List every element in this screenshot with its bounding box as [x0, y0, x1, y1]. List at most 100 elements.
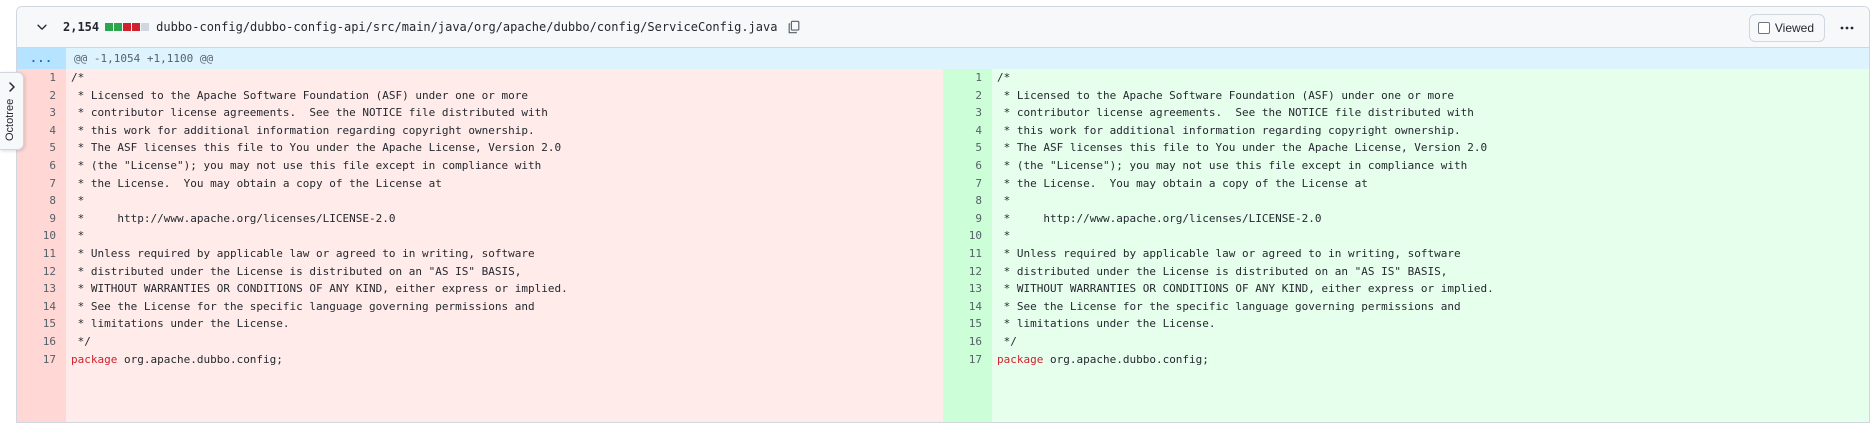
right-line-number[interactable]: 6: [943, 157, 992, 175]
right-line-number[interactable]: 14: [943, 298, 992, 316]
left-line-number[interactable]: 4: [17, 122, 66, 140]
right-line-number[interactable]: 15: [943, 315, 992, 333]
right-line-number[interactable]: 16: [943, 333, 992, 351]
file-path-link[interactable]: dubbo-config/dubbo-config-api/src/main/j…: [156, 20, 777, 34]
right-line-number[interactable]: 4: [943, 122, 992, 140]
right-code-line: * Licensed to the Apache Software Founda…: [992, 87, 1869, 105]
code-text: */: [71, 334, 91, 348]
diffstat-block: [123, 23, 132, 31]
left-code-line: * limitations under the License.: [66, 315, 943, 333]
code-text: *: [71, 194, 85, 208]
right-code-line: * this work for additional information r…: [992, 122, 1869, 140]
code-text: *: [997, 194, 1011, 208]
right-line-number[interactable]: 13: [943, 280, 992, 298]
code-text: * WITHOUT WARRANTIES OR CONDITIONS OF AN…: [71, 282, 568, 296]
added-code: /* * Licensed to the Apache Software Fou…: [992, 69, 1869, 422]
left-code-line: * the License. You may obtain a copy of …: [66, 175, 943, 193]
left-line-number[interactable]: 12: [17, 263, 66, 281]
code-text: * contributor license agreements. See th…: [71, 106, 548, 120]
code-text: * limitations under the License.: [997, 317, 1216, 331]
right-line-number[interactable]: 12: [943, 263, 992, 281]
left-line-number[interactable]: 3: [17, 104, 66, 122]
right-code-line: * the License. You may obtain a copy of …: [992, 175, 1869, 193]
left-line-number[interactable]: 1: [17, 69, 66, 87]
left-line-number[interactable]: 8: [17, 192, 66, 210]
right-code-line: * Unless required by applicable law or a…: [992, 245, 1869, 263]
code-text: /*: [71, 71, 85, 84]
right-code-line: * distributed under the License is distr…: [992, 263, 1869, 281]
right-line-number[interactable]: 17: [943, 351, 992, 369]
octotree-label: Octotree: [4, 98, 16, 141]
left-line-number[interactable]: 14: [17, 298, 66, 316]
right-code-line: package org.apache.dubbo.config;: [992, 351, 1869, 369]
code-text: * Licensed to the Apache Software Founda…: [71, 88, 528, 102]
diffstat-bar: [105, 23, 150, 31]
code-text: * Unless required by applicable law or a…: [997, 246, 1461, 260]
left-line-number[interactable]: 16: [17, 333, 66, 351]
code-text: * http://www.apache.org/licenses/LICENSE…: [71, 211, 396, 225]
code-text: * The ASF licenses this file to You unde…: [997, 141, 1488, 155]
left-line-number[interactable]: 9: [17, 210, 66, 228]
left-line-number[interactable]: 2: [17, 87, 66, 105]
code-text: * See the License for the specific langu…: [997, 299, 1461, 313]
octotree-toggle[interactable]: Octotree: [0, 72, 24, 150]
left-line-number[interactable]: 5: [17, 139, 66, 157]
code-text: * this work for additional information r…: [71, 123, 535, 137]
expand-hunk-button[interactable]: ...: [17, 48, 66, 69]
right-line-number[interactable]: 7: [943, 175, 992, 193]
file-actions: Viewed: [1748, 7, 1861, 48]
right-code-line: *: [992, 227, 1869, 245]
code-text: *: [997, 229, 1011, 243]
left-line-number[interactable]: 10: [17, 227, 66, 245]
code-text: * distributed under the License is distr…: [71, 264, 522, 278]
right-code-line: * http://www.apache.org/licenses/LICENSE…: [992, 210, 1869, 228]
left-line-number[interactable]: 13: [17, 280, 66, 298]
left-line-number[interactable]: 17: [17, 351, 66, 369]
left-code-line: * http://www.apache.org/licenses/LICENSE…: [66, 210, 943, 228]
file-header: 2,154 dubbo-config/dubbo-config-api/src/…: [17, 7, 1869, 48]
right-line-number[interactable]: 5: [943, 139, 992, 157]
viewed-button[interactable]: Viewed: [1748, 13, 1825, 42]
left-line-number[interactable]: 7: [17, 175, 66, 193]
left-code-line: * distributed under the License is distr…: [66, 263, 943, 281]
right-line-number[interactable]: 3: [943, 104, 992, 122]
left-code-line: * Unless required by applicable law or a…: [66, 245, 943, 263]
more-options-button[interactable]: [1833, 14, 1861, 42]
diffstat-count: 2,154: [63, 20, 100, 34]
left-line-number[interactable]: 11: [17, 245, 66, 263]
left-code-line: * See the License for the specific langu…: [66, 298, 943, 316]
split-diff: 1 2 3 4 5 6 7 8 9 10 11 12 13 14 15 16 17 /* * Licensed …: [17, 69, 1869, 422]
deleted-code: /* * Licensed to the Apache Software Fou…: [66, 69, 943, 422]
right-line-number[interactable]: 9: [943, 210, 992, 228]
viewed-checkbox[interactable]: [1757, 21, 1770, 34]
right-line-number[interactable]: 10: [943, 227, 992, 245]
code-text: */: [997, 334, 1017, 348]
code-text: * contributor license agreements. See th…: [997, 106, 1474, 120]
left-line-number[interactable]: 6: [17, 157, 66, 175]
right-line-number[interactable]: 1: [943, 69, 992, 87]
collapse-file-button[interactable]: [27, 13, 57, 41]
chevron-right-icon: [9, 82, 15, 92]
right-line-number[interactable]: 8: [943, 192, 992, 210]
left-code-line: package org.apache.dubbo.config;: [66, 351, 943, 369]
right-code-line: * contributor license agreements. See th…: [992, 104, 1869, 122]
hunk-header: @@ -1,1054 +1,1100 @@: [74, 52, 214, 65]
code-text: * the License. You may obtain a copy of …: [71, 176, 442, 190]
left-code-line: *: [66, 192, 943, 210]
viewed-label: Viewed: [1774, 20, 1814, 35]
diffstat-block: [105, 23, 114, 31]
right-line-number[interactable]: 11: [943, 245, 992, 263]
code-text: * the License. You may obtain a copy of …: [997, 176, 1368, 190]
left-code-line: */: [66, 333, 943, 351]
code-text: * http://www.apache.org/licenses/LICENSE…: [997, 211, 1322, 225]
right-line-number[interactable]: 2: [943, 87, 992, 105]
copy-path-button[interactable]: [787, 19, 803, 35]
right-code-line: * limitations under the License.: [992, 315, 1869, 333]
left-code-line: * contributor license agreements. See th…: [66, 104, 943, 122]
left-line-number[interactable]: 15: [17, 315, 66, 333]
kebab-horizontal-icon: [1840, 26, 1854, 29]
left-code-line: /*: [66, 69, 943, 87]
diffstat-block: [132, 23, 141, 31]
code-text: * (the "License"); you may not use this …: [997, 158, 1468, 172]
left-code-line: * WITHOUT WARRANTIES OR CONDITIONS OF AN…: [66, 280, 943, 298]
